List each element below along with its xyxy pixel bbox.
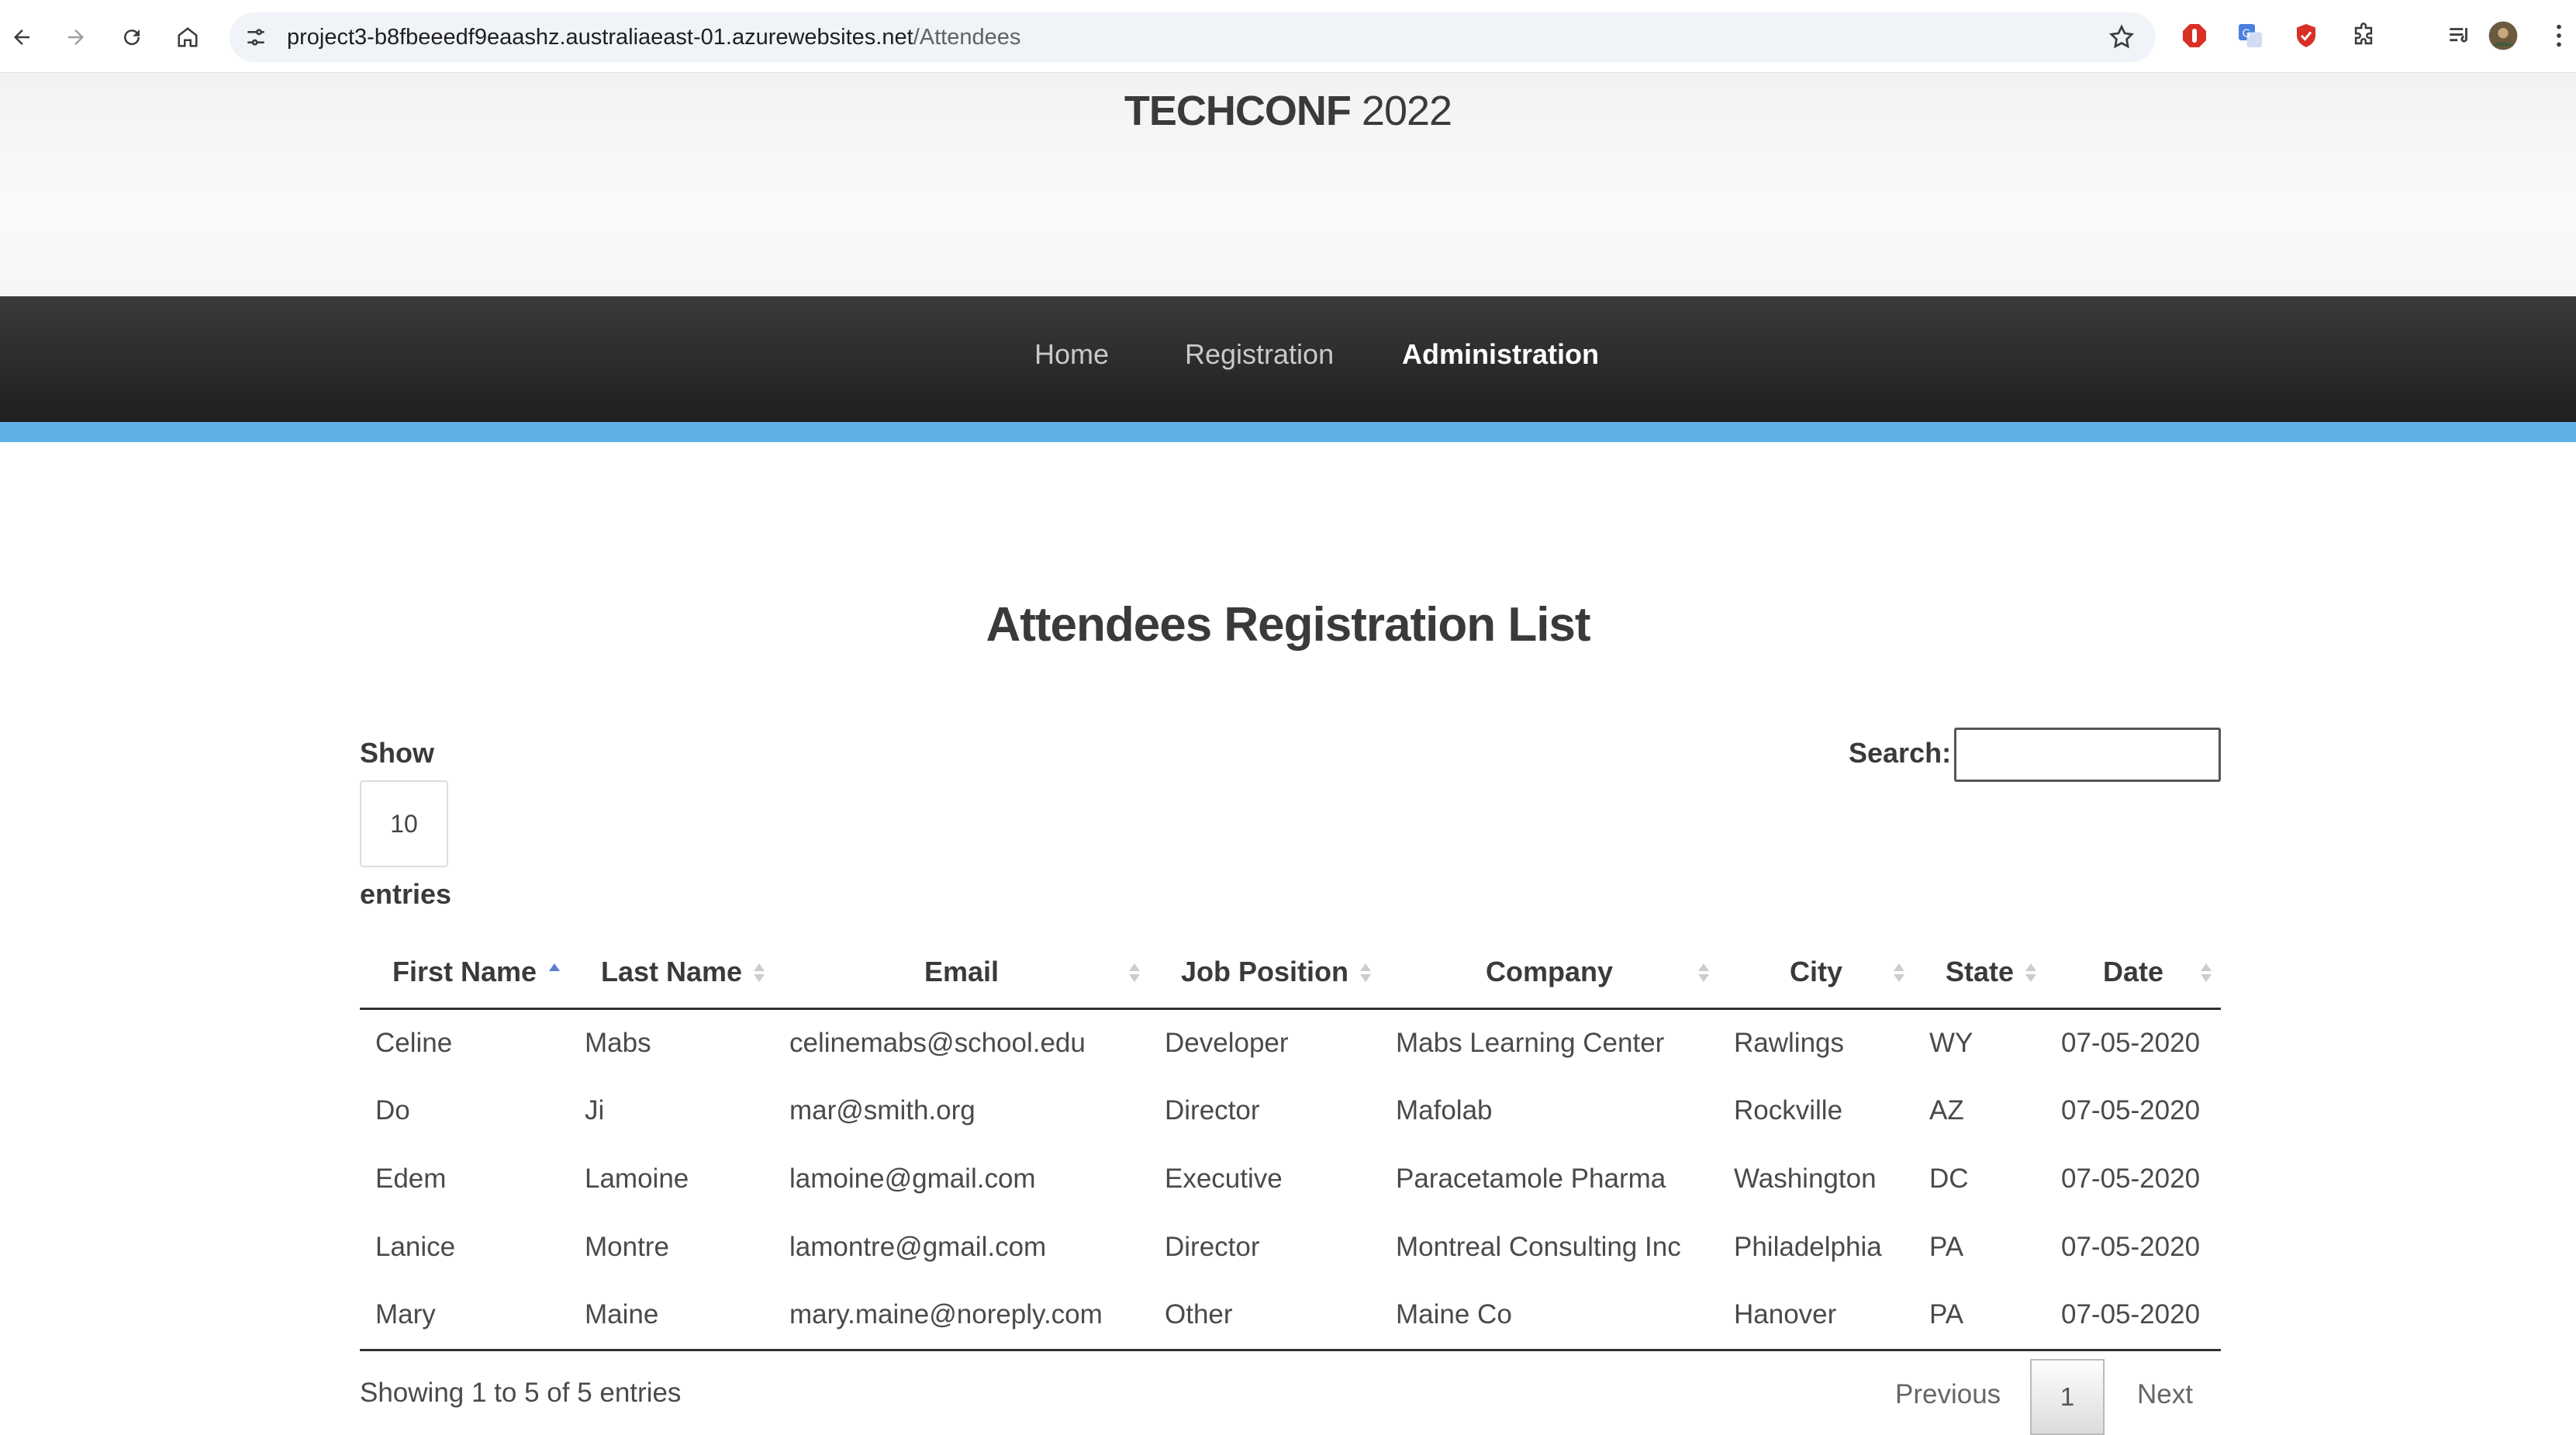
table-row[interactable]: Do Ji mar@smith.org Director Mafolab Rockvill… [360, 1077, 2221, 1145]
forward-arrow-icon[interactable] [54, 16, 98, 59]
last-name-cell: Mabs [585, 1027, 651, 1058]
email-cell: lamoine@gmail.com [789, 1164, 1036, 1194]
city-cell: Rawlings [1734, 1027, 1844, 1058]
sort-icon [1698, 963, 1709, 984]
profile-avatar-icon[interactable] [2486, 19, 2520, 53]
nav-home[interactable]: Home [1034, 338, 1109, 371]
email-cell: mar@smith.org [789, 1095, 975, 1126]
site-settings-icon[interactable] [243, 25, 268, 50]
company-cell: Mafolab [1396, 1095, 1493, 1126]
sort-icon [2201, 963, 2212, 984]
date-cell: 07-05-2020 [2061, 1095, 2201, 1126]
company-cell: Mabs Learning Center [1396, 1027, 1665, 1058]
state-cell: WY [1929, 1027, 1973, 1058]
email-cell: lamontre@gmail.com [789, 1232, 1047, 1262]
table-header-row: First Name Last Name Email Job Position … [360, 937, 2221, 1010]
sort-icon [1894, 963, 1904, 984]
city-cell: Rockville [1734, 1095, 1843, 1126]
page-title: Attendees Registration List [986, 598, 1590, 652]
entries-per-page-select[interactable]: 10 [360, 780, 448, 867]
puzzle-extensions-icon[interactable] [2346, 19, 2381, 53]
column-header-last-name[interactable]: Last Name [569, 937, 774, 1010]
company-cell: Montreal Consulting Inc [1396, 1232, 1681, 1262]
browser-menu-icon[interactable] [2542, 19, 2576, 53]
column-header-email[interactable]: Email [774, 937, 1149, 1010]
sort-icon [754, 963, 765, 984]
first-name-cell: Lanice [375, 1232, 456, 1262]
date-cell: 07-05-2020 [2061, 1232, 2201, 1262]
sort-icon [1129, 963, 1140, 984]
column-header-state[interactable]: State [1914, 937, 2046, 1010]
sort-icon [1360, 963, 1371, 984]
table-row[interactable]: Mary Maine mary.maine@noreply.com Other Main… [360, 1281, 2221, 1351]
company-cell: Paracetamole Pharma [1396, 1164, 1666, 1194]
nav-administration[interactable]: Administration [1402, 338, 1599, 371]
first-name-cell: Mary [360, 1281, 569, 1351]
email-cell: celinemabs@school.edu [789, 1027, 1086, 1058]
browser-toolbar: project3-b8fbeeedf9eaashz.australiaeast-… [0, 0, 2576, 73]
last-name-cell: Montre [585, 1232, 669, 1262]
city-cell: Washington [1734, 1164, 1877, 1194]
column-header-city[interactable]: City [1718, 937, 1914, 1010]
table-row[interactable]: Lanice Montre lamontre@gmail.com Director Mo… [360, 1213, 2221, 1281]
site-brand[interactable]: TECHCONF 2022 [0, 87, 2576, 135]
job-position-cell: Executive [1165, 1164, 1283, 1194]
home-icon[interactable] [166, 16, 209, 59]
brand-year: 2022 [1361, 88, 1452, 134]
date-cell: 07-05-2020 [2061, 1164, 2201, 1194]
shield-extension-icon[interactable] [2289, 19, 2323, 53]
attendees-table: First Name Last Name Email Job Position … [360, 937, 2221, 1351]
show-label: Show [360, 737, 434, 769]
state-cell: PA [1929, 1232, 1964, 1262]
job-position-cell: Other [1149, 1281, 1380, 1351]
last-name-cell: Maine [569, 1281, 774, 1351]
column-header-date[interactable]: Date [2046, 937, 2221, 1010]
column-header-company[interactable]: Company [1380, 937, 1718, 1010]
first-name-cell: Edem [375, 1164, 447, 1194]
bookmark-star-icon[interactable] [2108, 23, 2136, 51]
sort-ascending-icon [549, 963, 560, 984]
address-bar[interactable]: project3-b8fbeeedf9eaashz.australiaeast-… [230, 12, 2156, 62]
email-cell: mary.maine@noreply.com [774, 1281, 1149, 1351]
adblock-extension-icon[interactable] [2177, 19, 2212, 53]
svg-text:G: G [2243, 28, 2250, 40]
accent-bar [0, 422, 2576, 442]
back-arrow-icon[interactable] [0, 16, 43, 59]
first-name-cell: Celine [375, 1027, 453, 1058]
last-name-cell: Ji [585, 1095, 605, 1126]
brand-name: TECHCONF [1124, 88, 1352, 134]
table-body: Celine Mabs celinemabs@school.edu Developer… [360, 1008, 2221, 1351]
job-position-cell: Developer [1165, 1027, 1289, 1058]
last-name-cell: Lamoine [585, 1164, 689, 1194]
pagination-next[interactable]: Next [2137, 1379, 2193, 1410]
job-position-cell: Director [1165, 1232, 1260, 1262]
date-cell: 07-05-2020 [2046, 1281, 2221, 1351]
state-cell: AZ [1929, 1095, 1964, 1126]
media-queue-icon[interactable] [2443, 19, 2477, 53]
state-cell: DC [1929, 1164, 1969, 1194]
table-row[interactable]: Edem Lamoine lamoine@gmail.com Executive Par… [360, 1145, 2221, 1213]
pagination-previous[interactable]: Previous [1895, 1379, 2001, 1410]
main-navbar: Home Registration Administration [0, 296, 2576, 422]
company-cell: Maine Co [1380, 1281, 1718, 1351]
sort-icon [2025, 963, 2036, 984]
search-input[interactable] [1954, 728, 2221, 782]
date-cell: 07-05-2020 [2061, 1027, 2201, 1058]
job-position-cell: Director [1165, 1095, 1260, 1126]
nav-registration[interactable]: Registration [1185, 338, 1334, 371]
pagination-page-1[interactable]: 1 [2030, 1359, 2105, 1435]
city-cell: Philadelphia [1734, 1232, 1882, 1262]
column-header-first-name[interactable]: First Name [360, 937, 569, 1010]
state-cell: PA [1914, 1281, 2046, 1351]
search-label: Search: [1849, 737, 1952, 769]
url-text: project3-b8fbeeedf9eaashz.australiaeast-… [287, 25, 1021, 50]
column-header-job-position[interactable]: Job Position [1149, 937, 1380, 1010]
table-info: Showing 1 to 5 of 5 entries [360, 1378, 682, 1408]
city-cell: Hanover [1718, 1281, 1914, 1351]
reload-icon[interactable] [110, 16, 154, 59]
first-name-cell: Do [375, 1095, 410, 1126]
table-row[interactable]: Celine Mabs celinemabs@school.edu Developer… [360, 1008, 2221, 1077]
entries-label: entries [360, 878, 452, 910]
translate-extension-icon[interactable]: G [2233, 19, 2267, 53]
